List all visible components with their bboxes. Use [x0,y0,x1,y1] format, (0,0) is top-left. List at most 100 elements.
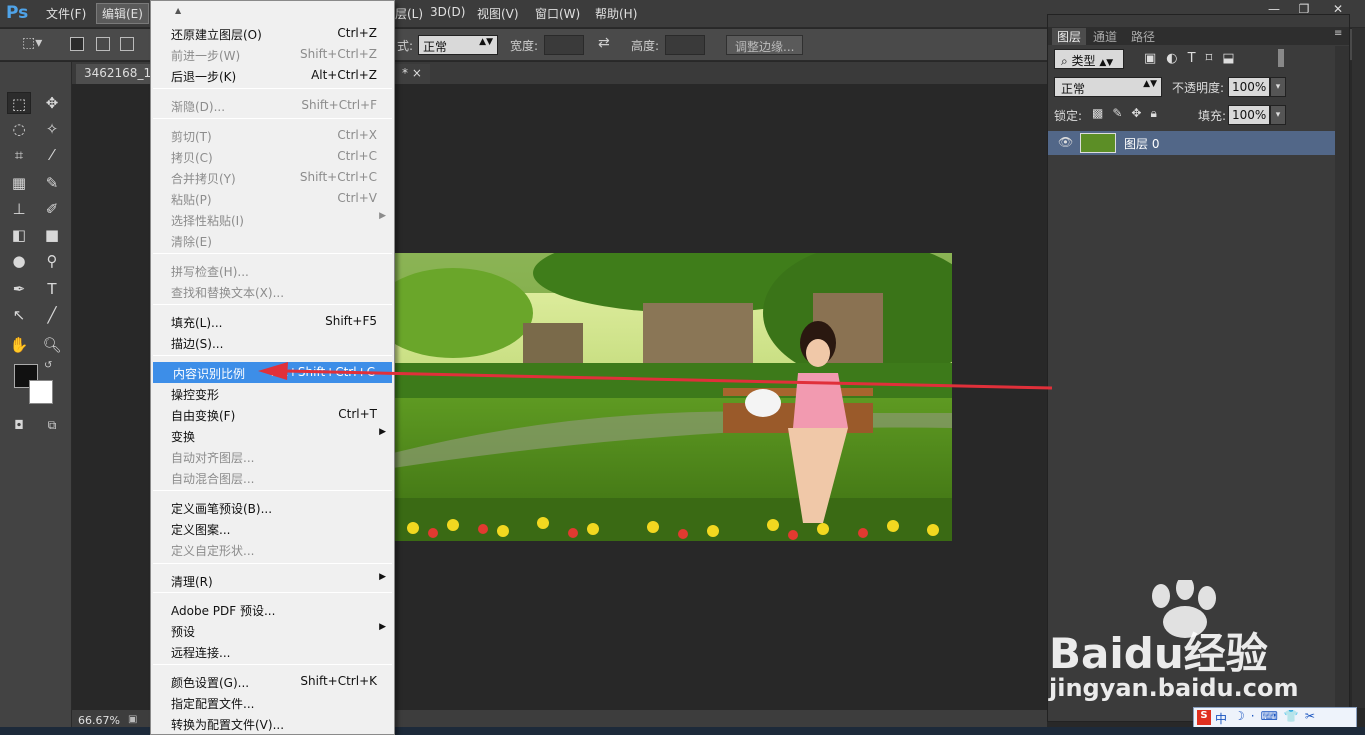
edit-menu-item[interactable]: Adobe PDF 预设... [151,599,394,620]
marquee-options-icon[interactable]: ⬚▾ [22,35,42,51]
brush-icon[interactable]: ✎ [40,172,64,194]
menu-item-label: 操控变形 [171,388,220,402]
type-icon[interactable]: T [40,278,64,300]
tab-layers[interactable]: 图层 [1052,28,1087,45]
screen-mode-icon[interactable]: ⧉ [40,414,64,436]
edit-menu-item[interactable]: 远程连接... [151,641,394,662]
add-selection-icon[interactable] [96,37,110,51]
eyedropper-icon[interactable]: ⁄ [40,144,64,166]
layer-filter-select[interactable]: ⌕ 类型 ▲▼ [1054,49,1124,69]
quick-mask-icon[interactable]: ◘ [7,414,31,436]
tab-channels[interactable]: 通道 [1088,28,1122,45]
menu-item-label: 远程连接... [171,646,231,660]
menu-item-label: 还原建立图层(O) [171,28,262,42]
ime-tool-icons[interactable]: ☽·⌨👕✂ [1234,709,1321,723]
layer-thumbnail [1080,133,1116,153]
visibility-eye-icon[interactable]: 👁︎ [1058,135,1073,149]
history-brush-icon[interactable]: ✐ [40,198,64,220]
menu-item-label: 颜色设置(G)... [171,676,250,690]
magic-wand-icon[interactable]: ✧ [40,118,64,140]
submenu-arrow-icon: ▶ [379,211,386,221]
width-field[interactable] [544,35,584,55]
line-icon[interactable]: ╱ [40,304,64,326]
edit-menu-item[interactable]: 定义图案... [151,518,394,539]
edit-menu-item[interactable]: 清理(R) ▶ [151,570,394,591]
menu-item-label: 自动对齐图层... [171,451,255,465]
menu-item-shortcut: Shift+Ctrl+F [301,98,377,112]
swap-icon[interactable]: ⇄ [598,35,610,51]
height-field[interactable] [665,35,705,55]
edit-menu-item[interactable]: 颜色设置(G)... Shift+Ctrl+K [151,671,394,692]
edit-menu-item[interactable]: 描边(S)... [151,332,394,353]
edit-menu-item: 选择性粘贴(I) ▶ [151,209,394,230]
menu-item-label: 自动混合图层... [171,472,255,486]
healing-icon[interactable]: ▦ [7,172,31,194]
edit-menu-item: 拷贝(C) Ctrl+C [151,146,394,167]
hand-icon[interactable]: ✋ [7,334,31,356]
background-color[interactable] [29,380,53,404]
rect-marquee-icon[interactable]: ⬚ [7,92,31,114]
opacity-input[interactable]: 100% [1228,77,1270,97]
edit-menu-item[interactable]: 指定配置文件... [151,692,394,713]
pen-icon[interactable]: ✒ [7,278,31,300]
scroll-up-icon[interactable]: ▲ [175,6,181,15]
filter-toggle[interactable] [1278,49,1284,67]
opacity-dropdown-icon[interactable]: ▾ [1270,77,1286,97]
zoom-level[interactable]: 66.67% [78,714,120,727]
doc-info-icon[interactable]: ▣ [128,714,137,725]
layer-row[interactable]: 👁︎ 图层 0 [1048,131,1335,155]
edit-menu-item: 清除(E) [151,230,394,251]
menu-layer[interactable]: 层(L) [395,5,423,22]
ime-mode[interactable]: 中 [1215,710,1227,727]
move-icon[interactable]: ✥ [40,92,64,114]
lasso-icon[interactable]: ◌ [7,118,31,140]
edit-menu-item[interactable]: 定义画笔预设(B)... [151,497,394,518]
filter-icons[interactable]: ▣◐T⌑⬓ [1144,51,1245,66]
dodge-icon[interactable]: ⚲ [40,250,64,272]
menu-window[interactable]: 窗口(W) [535,5,580,22]
edit-menu-item[interactable]: 内容识别比例 Alt+Shift+Ctrl+C [153,362,392,383]
menu-item-label: 定义图案... [171,523,231,537]
menu-help[interactable]: 帮助(H) [595,5,637,22]
document-tab[interactable]: 3462168_14 [76,64,159,84]
layer-name[interactable]: 图层 0 [1124,135,1159,152]
menu-item-shortcut: Shift+Ctrl+Z [300,47,377,61]
new-selection-icon[interactable] [70,37,84,51]
gradient-icon[interactable]: ■ [40,224,64,246]
ime-toolbar[interactable]: S 中 ☽·⌨👕✂ [1193,707,1357,729]
fill-dropdown-icon[interactable]: ▾ [1270,105,1286,125]
swap-colors-icon[interactable]: ↺ [44,360,52,371]
edit-menu-item[interactable]: 变换 ▶ [151,425,394,446]
tab-paths[interactable]: 路径 [1126,28,1160,45]
lock-icons[interactable]: ▩✎✥🔒︎ [1092,106,1166,121]
stamp-icon[interactable]: ⊥ [7,198,31,220]
sogou-icon[interactable]: S [1197,710,1211,725]
menu-file[interactable]: 文件(F) [46,5,86,22]
edit-menu-item[interactable]: 自由变换(F) Ctrl+T [151,404,394,425]
panel-menu-icon[interactable]: ≡ [1334,28,1342,39]
canvas-photo [393,253,952,541]
blend-mode-select[interactable]: 正常 ▲▼ [1054,77,1162,97]
edit-menu-item[interactable]: 操控变形 [151,383,394,404]
zoom-icon[interactable]: 🔍︎ [40,334,64,356]
menu-item-label: 清理(R) [171,575,213,589]
blur-icon[interactable]: ● [7,250,31,272]
crop-icon[interactable]: ⌗ [7,144,31,166]
edit-menu-item[interactable]: 还原建立图层(O) Ctrl+Z [151,23,394,44]
fill-input[interactable]: 100% [1228,105,1270,125]
eraser-icon[interactable]: ◧ [7,224,31,246]
edit-menu-item[interactable]: 后退一步(K) Alt+Ctrl+Z [151,65,394,86]
menu-item-shortcut: Ctrl+C [337,149,377,163]
subtract-selection-icon[interactable] [120,37,134,51]
menu-3d[interactable]: 3D(D) [430,5,465,19]
refine-edge-button[interactable]: 调整边缘... [726,35,804,55]
menu-view[interactable]: 视图(V) [477,5,519,22]
edit-menu-item[interactable]: 填充(L)... Shift+F5 [151,311,394,332]
edit-menu-item[interactable]: 预设 ▶ [151,620,394,641]
path-select-icon[interactable]: ↖ [7,304,31,326]
menu-item-label: 描边(S)... [171,337,224,351]
menu-edit[interactable]: 编辑(E) [96,3,149,24]
document-tab-close[interactable]: * × [394,64,430,84]
style-select[interactable]: 正常 ▲▼ [418,35,498,55]
edit-menu-item[interactable]: 转换为配置文件(V)... [151,713,394,734]
